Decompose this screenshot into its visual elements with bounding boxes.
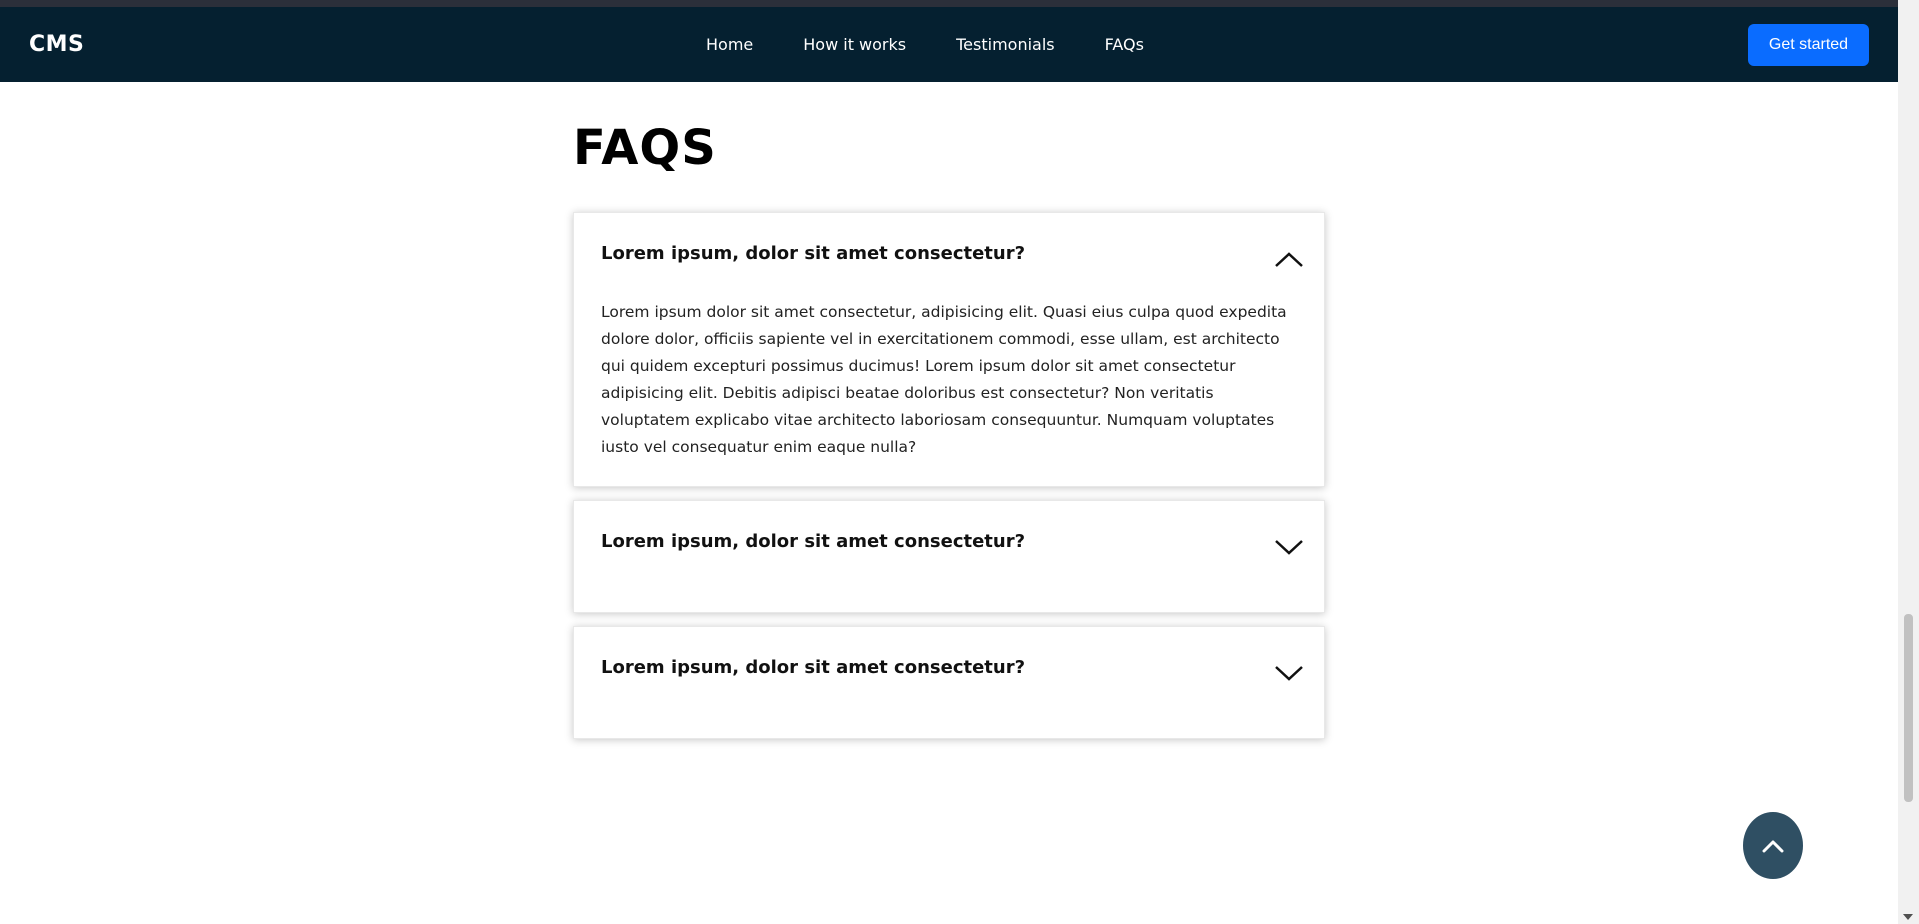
chevron-down-icon[interactable] (1274, 537, 1304, 557)
scrollbar-thumb[interactable] (1904, 614, 1913, 802)
chevron-up-icon[interactable] (1274, 249, 1304, 269)
nav-link-home[interactable]: Home (706, 35, 753, 54)
window-top-strip (0, 0, 1898, 7)
faq-heading: FAQS (573, 120, 717, 176)
back-to-top-button[interactable] (1743, 812, 1803, 879)
nav-link-testimonials[interactable]: Testimonials (956, 35, 1055, 54)
brand-logo[interactable]: CMS (29, 7, 84, 82)
faq-answer: Lorem ipsum dolor sit amet consectetur, … (601, 303, 1287, 456)
faq-item[interactable]: Lorem ipsum, dolor sit amet consectetur? (573, 626, 1325, 739)
nav-links: Home How it works Testimonials FAQs (706, 7, 1144, 82)
faq-item[interactable]: Lorem ipsum, dolor sit amet consectetur? (573, 500, 1325, 613)
navbar: CMS Home How it works Testimonials FAQs … (0, 7, 1898, 82)
scroll-down-arrow-icon[interactable] (1903, 914, 1913, 920)
faq-question[interactable]: Lorem ipsum, dolor sit amet consectetur? (601, 531, 1025, 552)
faq-question[interactable]: Lorem ipsum, dolor sit amet consectetur? (601, 243, 1025, 264)
faq-question[interactable]: Lorem ipsum, dolor sit amet consectetur? (601, 657, 1025, 678)
faq-item[interactable]: Lorem ipsum, dolor sit amet consectetur?… (573, 212, 1325, 487)
get-started-button[interactable]: Get started (1748, 24, 1869, 66)
vertical-scrollbar[interactable] (1898, 0, 1919, 924)
nav-link-faqs[interactable]: FAQs (1105, 35, 1144, 54)
chevron-up-icon (1762, 840, 1784, 852)
chevron-down-icon[interactable] (1274, 663, 1304, 683)
nav-link-how-it-works[interactable]: How it works (803, 35, 906, 54)
